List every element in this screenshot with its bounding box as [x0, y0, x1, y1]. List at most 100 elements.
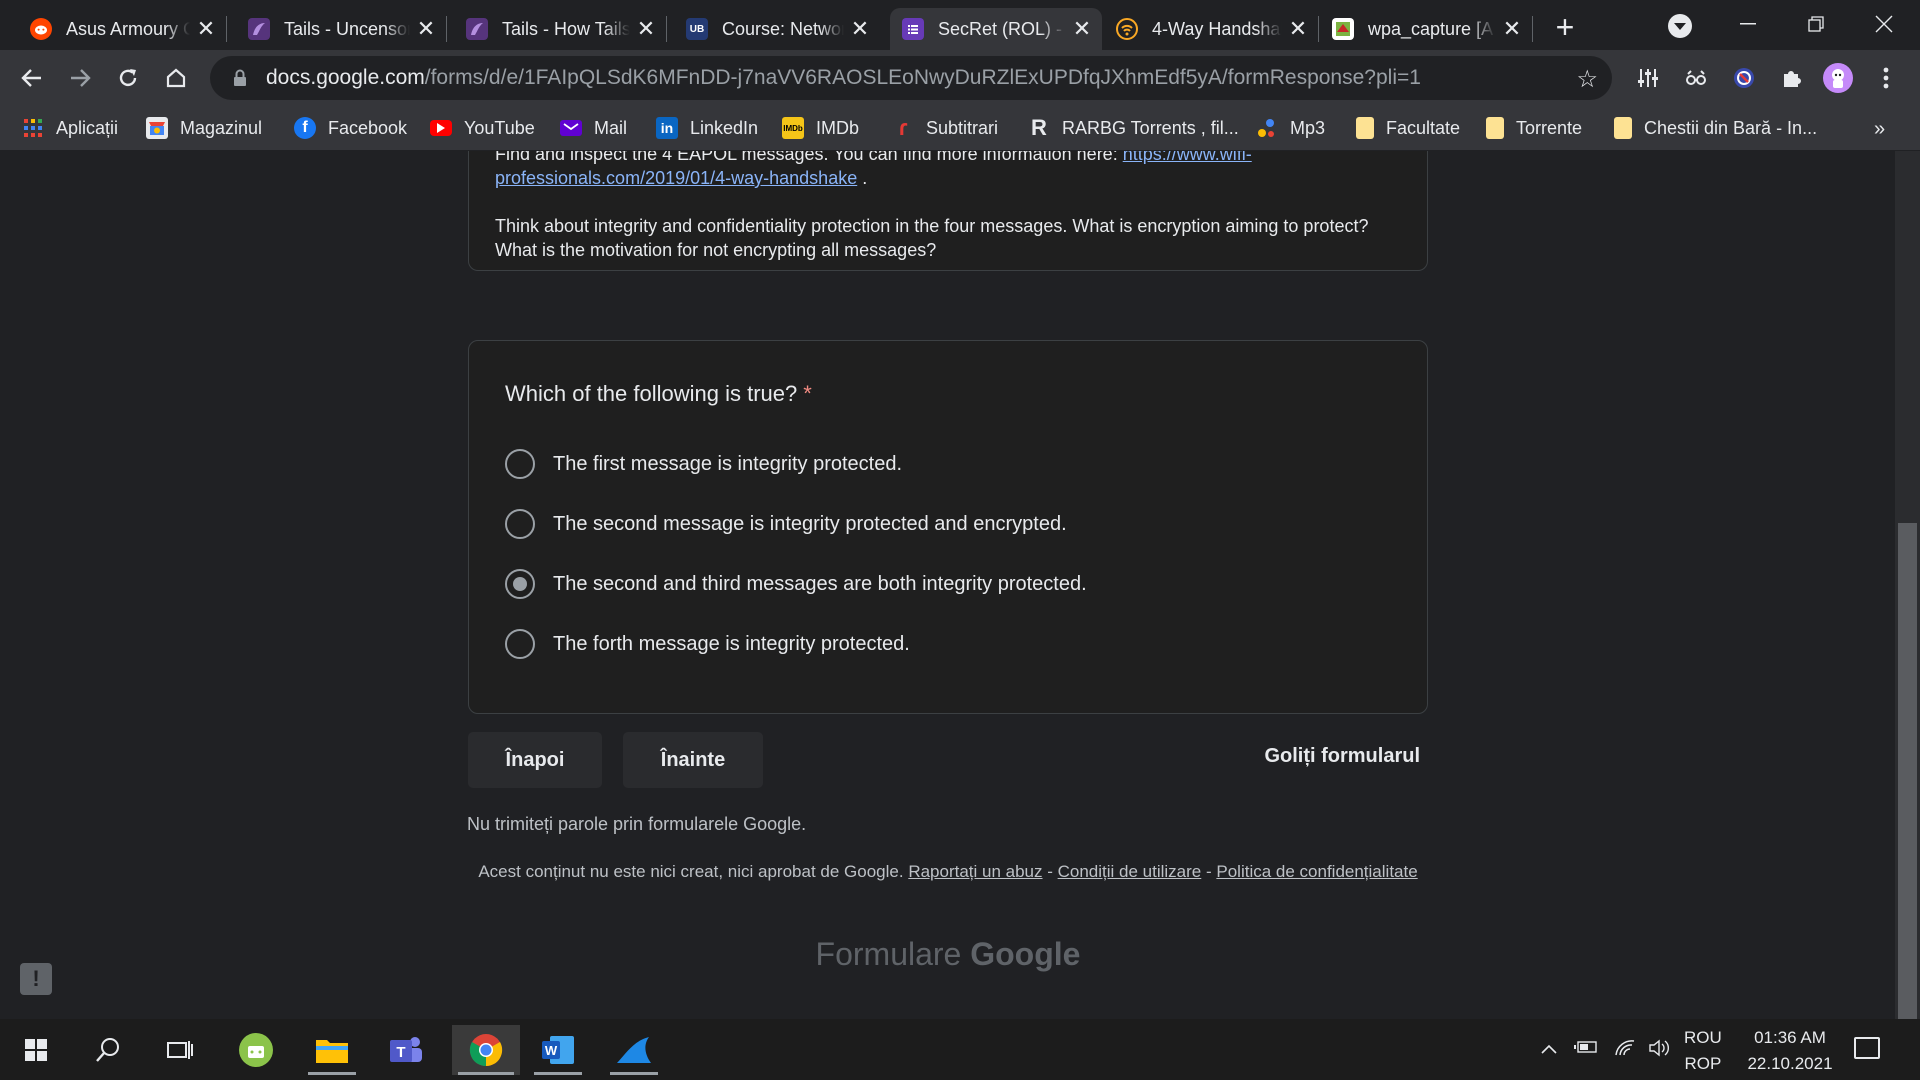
- bookmark-magazinul[interactable]: Magazinul: [146, 114, 262, 142]
- bookmark-folder-torrente[interactable]: Torrente: [1486, 114, 1582, 142]
- teams-icon[interactable]: T: [376, 1025, 436, 1075]
- next-button[interactable]: Înainte: [623, 732, 763, 788]
- tab-tails-uncensored[interactable]: Tails - Uncensored ✕: [236, 8, 447, 50]
- radio-button[interactable]: [505, 629, 535, 659]
- extension-block-icon[interactable]: [1728, 62, 1760, 94]
- tab-separator: [1532, 16, 1533, 42]
- footer-text: Acest conținut nu este nici creat, nici …: [478, 862, 909, 881]
- lock-icon[interactable]: [230, 68, 250, 88]
- tab-4way-handshake[interactable]: 4-Way Handshake ✕: [1104, 8, 1319, 50]
- bookmark-mail[interactable]: Mail: [560, 114, 627, 142]
- new-tab-button[interactable]: +: [1548, 11, 1582, 46]
- close-tab-icon[interactable]: ✕: [1288, 16, 1308, 41]
- close-window-icon[interactable]: [1854, 4, 1914, 44]
- tab-wpa-capture[interactable]: wpa_capture [A ✕: [1320, 8, 1533, 50]
- terms-link[interactable]: Condiții de utilizare: [1058, 862, 1202, 881]
- extensions-puzzle-icon[interactable]: [1776, 62, 1808, 94]
- report-abuse-link[interactable]: Raportați un abuz: [908, 862, 1042, 881]
- radio-button-selected[interactable]: [505, 569, 535, 599]
- close-tab-icon[interactable]: ✕: [196, 16, 216, 41]
- page-scrollbar[interactable]: [1895, 151, 1920, 1019]
- description-period: .: [857, 168, 868, 188]
- close-tab-icon[interactable]: ✕: [636, 16, 656, 41]
- google-forms-logo[interactable]: Formulare Google: [468, 936, 1428, 973]
- extension-tuning-icon[interactable]: [1632, 62, 1664, 94]
- bookmarks-overflow-icon[interactable]: »: [1874, 118, 1885, 141]
- report-problem-icon[interactable]: !: [20, 963, 52, 995]
- bookmark-star-icon[interactable]: ☆: [1576, 65, 1598, 94]
- bookmark-mp3[interactable]: Mp3: [1256, 114, 1325, 142]
- folder-icon: [1356, 117, 1374, 139]
- wifi-icon[interactable]: [1614, 1039, 1636, 1062]
- reload-icon[interactable]: [108, 58, 148, 98]
- back-button[interactable]: Înapoi: [468, 732, 602, 788]
- forms-icon: [902, 18, 924, 40]
- file-explorer-icon[interactable]: [302, 1025, 362, 1075]
- radio-button[interactable]: [505, 449, 535, 479]
- tab-search-icon[interactable]: [1668, 14, 1692, 38]
- windows-start-icon[interactable]: [6, 1025, 66, 1075]
- tray-overflow-icon[interactable]: [1540, 1039, 1558, 1060]
- question-text: Which of the following is true?: [505, 381, 798, 406]
- battery-icon[interactable]: [1574, 1039, 1598, 1060]
- close-tab-icon[interactable]: ✕: [1502, 16, 1522, 41]
- close-tab-icon[interactable]: ✕: [416, 16, 436, 41]
- input-language[interactable]: ROU ROP: [1684, 1025, 1722, 1077]
- answer-option-1[interactable]: The first message is integrity protected…: [505, 448, 902, 480]
- clear-form-button[interactable]: Goliți formularul: [1220, 745, 1420, 775]
- scrollbar-thumb[interactable]: [1898, 523, 1917, 1019]
- answer-option-2[interactable]: The second message is integrity protecte…: [505, 508, 1067, 540]
- chrome-icon[interactable]: [452, 1025, 520, 1075]
- bookmark-folder-chestii[interactable]: Chestii din Bară - In...: [1614, 114, 1817, 142]
- extension-glasses-icon[interactable]: [1680, 62, 1712, 94]
- running-indicator: [534, 1072, 582, 1075]
- bookmark-facebook[interactable]: f Facebook: [294, 114, 407, 142]
- bookmark-folder-facultate[interactable]: Facultate: [1356, 114, 1460, 142]
- notification-center-icon[interactable]: [1854, 1037, 1880, 1059]
- answer-option-3[interactable]: The second and third messages are both i…: [505, 568, 1087, 600]
- bookmark-linkedin[interactable]: in LinkedIn: [656, 114, 758, 142]
- android-app-icon[interactable]: [226, 1025, 286, 1075]
- tab-tails-how[interactable]: Tails - How Tails works ✕: [454, 8, 667, 50]
- folder-icon: [1486, 117, 1504, 139]
- tab-course-networks[interactable]: UB Course: Networks ✕: [674, 8, 880, 50]
- close-tab-icon[interactable]: ✕: [850, 16, 870, 41]
- answer-option-4[interactable]: The forth message is integrity protected…: [505, 628, 910, 660]
- webstore-icon: [146, 117, 168, 139]
- tab-separator: [666, 16, 667, 42]
- volume-icon[interactable]: [1648, 1039, 1672, 1062]
- wireshark-icon[interactable]: [604, 1025, 664, 1075]
- tab-secret-form[interactable]: SecRet (ROL) - Google Forms ✕: [890, 8, 1102, 50]
- tab-title: wpa_capture [A: [1368, 18, 1494, 39]
- apps-grid-icon: [22, 117, 44, 139]
- address-bar[interactable]: docs.google.com/forms/d/e/1FAIpQLSdK6MFn…: [210, 56, 1612, 100]
- home-icon[interactable]: [156, 58, 196, 98]
- menu-kebab-icon[interactable]: [1870, 62, 1902, 94]
- bookmark-aplicatii[interactable]: Aplicații: [22, 114, 118, 142]
- privacy-link[interactable]: Politica de confidențialitate: [1216, 862, 1417, 881]
- bookmark-label: Torrente: [1516, 117, 1583, 138]
- option-label: The second and third messages are both i…: [553, 572, 1087, 595]
- question-card: Which of the following is true? * The fir…: [468, 340, 1428, 714]
- forward-icon[interactable]: [60, 58, 100, 98]
- profile-avatar[interactable]: [1822, 62, 1854, 94]
- back-icon[interactable]: [12, 58, 52, 98]
- tab-asus-armoury[interactable]: Asus Armoury Crate ✕: [18, 8, 227, 50]
- option-label: The forth message is integrity protected…: [553, 632, 910, 655]
- system-clock[interactable]: 01:36 AM 22.10.2021: [1738, 1025, 1842, 1077]
- word-icon[interactable]: W: [528, 1025, 588, 1075]
- tab-title: Asus Armoury Crate: [66, 18, 190, 39]
- search-icon[interactable]: [78, 1025, 138, 1075]
- restore-icon[interactable]: [1786, 4, 1846, 44]
- bookmark-label: LinkedIn: [690, 117, 759, 138]
- task-view-icon[interactable]: [150, 1025, 210, 1075]
- bookmark-youtube[interactable]: YouTube: [430, 114, 535, 142]
- facebook-icon: f: [294, 117, 316, 139]
- bookmark-rarbg[interactable]: R RARBG Torrents , fil...: [1028, 114, 1239, 142]
- bookmark-imdb[interactable]: IMDb IMDb: [782, 114, 859, 142]
- minimize-icon[interactable]: [1718, 4, 1778, 44]
- svg-text:W: W: [545, 1043, 558, 1058]
- bookmark-subtitrari[interactable]: ɾ Subtitrari: [892, 114, 998, 142]
- radio-button[interactable]: [505, 509, 535, 539]
- close-tab-icon[interactable]: ✕: [1072, 16, 1092, 41]
